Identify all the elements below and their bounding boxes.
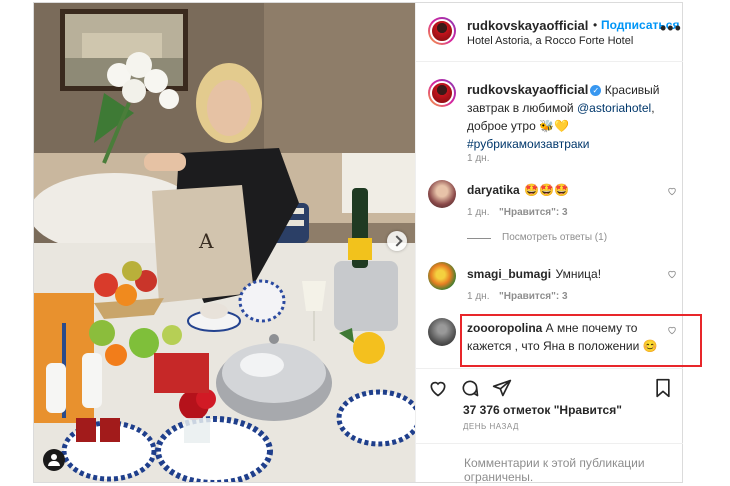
breakfast-photo: A [34, 3, 415, 482]
svg-text:A: A [198, 229, 214, 253]
comment-text: Умница! [555, 267, 602, 281]
post-photo[interactable]: A [34, 3, 415, 482]
post-timestamp[interactable]: ДЕНЬ НАЗАД [463, 422, 519, 431]
comment-avatar-zoooropolina[interactable] [428, 318, 456, 346]
comment-avatar-smagi[interactable] [428, 262, 456, 290]
comment-text: 🤩🤩🤩 [524, 183, 569, 197]
instagram-post: A rudkovskayaofficial • Подписаться Hote… [33, 2, 702, 484]
caption-time[interactable]: 1 дн. [467, 153, 489, 164]
author-avatar[interactable] [428, 17, 456, 45]
caption-hashtag[interactable]: #рубрикамоизавтраки [467, 135, 667, 153]
caption-username[interactable]: rudkovskayaofficial [467, 82, 588, 97]
bookmark-icon[interactable] [654, 378, 672, 398]
caption-avatar[interactable] [428, 79, 456, 107]
likes-count[interactable]: 37 376 отметок "Нравится" [463, 403, 622, 417]
follow-separator: • [593, 18, 598, 32]
comment-like-heart-icon[interactable] [667, 269, 677, 279]
post-header: rudkovskayaofficial • Подписаться Hotel … [416, 3, 683, 62]
verified-badge-icon: ✓ [590, 85, 602, 96]
post-caption: rudkovskayaofficial ✓ Красивый завтрак в … [467, 81, 667, 153]
comment-time[interactable]: 1 дн. [467, 207, 489, 218]
comment-time[interactable]: 1 дн. [467, 291, 489, 302]
location-link[interactable]: Hotel Astoria, a Rocco Forte Hotel [467, 35, 633, 47]
comments-disabled-notice: Комментарии к этой публикации ограничены… [464, 456, 645, 484]
post-details-panel: rudkovskayaofficial • Подписаться Hotel … [415, 3, 702, 484]
next-photo-button[interactable] [387, 231, 407, 251]
comment-daryatika: daryatika 🤩🤩🤩 [467, 181, 569, 199]
comment-like-heart-icon[interactable] [667, 186, 677, 196]
comment-likes[interactable]: "Нравится": 3 [499, 291, 568, 302]
comment-smagi-bumagi: smagi_bumagi Умница! [467, 265, 601, 283]
like-heart-icon[interactable] [428, 378, 448, 398]
header-username[interactable]: rudkovskayaofficial [467, 18, 588, 33]
tagged-users-icon[interactable] [43, 449, 65, 471]
comment-username[interactable]: smagi_bumagi [467, 267, 551, 281]
view-replies-button[interactable]: Посмотреть ответы (1) [502, 232, 607, 243]
share-icon[interactable] [492, 378, 512, 398]
comments-footer: Комментарии к этой публикации ограничены… [416, 443, 683, 484]
comment-icon[interactable] [460, 378, 480, 398]
highlight-box [460, 314, 702, 367]
comment-username[interactable]: daryatika [467, 183, 520, 197]
comment-likes[interactable]: "Нравится": 3 [499, 207, 568, 218]
caption-mention[interactable]: @astoriahotel [577, 101, 651, 115]
replies-divider [467, 238, 491, 239]
comment-avatar-daryatika[interactable] [428, 180, 456, 208]
more-options-icon[interactable]: ••• [660, 19, 682, 37]
